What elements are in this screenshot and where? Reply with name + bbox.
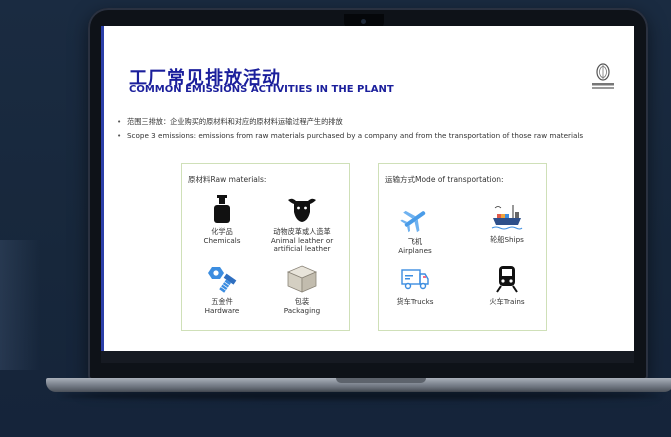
- raw-materials-title: 原材料Raw materials:: [188, 175, 267, 184]
- company-logo-icon: [592, 63, 614, 89]
- laptop-shadow: [60, 392, 660, 400]
- item-label-en: Airplanes: [398, 245, 432, 255]
- screen-bottom-bezel: [101, 351, 634, 363]
- airplane-icon: [400, 210, 426, 233]
- item-label: 轮船Ships: [490, 235, 524, 244]
- raw-material-item-chemicals: 化学品 Chemicals: [200, 194, 244, 245]
- laptop-hinge-notch: [336, 378, 426, 383]
- transport-item-ships: 轮船Ships: [475, 202, 539, 245]
- bullet-item: 范围三排放：企业购买的原材料和对应的原材料运输过程产生的排放: [115, 116, 620, 128]
- item-label-en: Packaging: [283, 305, 321, 315]
- raw-material-item-hardware: 五金件 Hardware: [200, 264, 244, 315]
- slide-edge-strip: [101, 26, 104, 363]
- laptop-screen: 工厂常见排放活动 COMMON EMISSIONS ACTIVITIES IN …: [101, 26, 634, 363]
- bullet-list: 范围三排放：企业购买的原材料和对应的原材料运输过程产生的排放 Scope 3 e…: [115, 116, 620, 144]
- cow-head-icon: [288, 198, 316, 222]
- laptop-base: [46, 378, 671, 392]
- transport-item-trucks: 货车Trucks: [387, 264, 443, 307]
- laptop-lid: 工厂常见排放活动 COMMON EMISSIONS ACTIVITIES IN …: [88, 8, 648, 380]
- slide-title-en: COMMON EMISSIONS ACTIVITIES IN THE PLANT: [129, 84, 394, 95]
- item-label: 火车Trains: [489, 297, 525, 306]
- chemical-bottle-icon: [214, 195, 230, 223]
- transport-item-airplanes: 飞机 Airplanes: [387, 204, 443, 255]
- truck-icon: [401, 269, 429, 290]
- transportation-title: 运输方式Mode of transportation:: [385, 175, 504, 184]
- bolt-nut-icon: [208, 267, 237, 293]
- item-label-en: Hardware: [204, 305, 240, 315]
- bullet-item: Scope 3 emissions: emissions from raw ma…: [115, 130, 620, 142]
- background-glow: [0, 240, 40, 370]
- item-label-en: artificial leather: [273, 244, 331, 253]
- package-box-icon: [286, 265, 318, 293]
- item-label: 货车Trucks: [396, 297, 434, 306]
- transport-item-trains: 火车Trains: [475, 264, 539, 307]
- raw-material-item-packaging: 包装 Packaging: [260, 264, 344, 315]
- raw-materials-panel: 原材料Raw materials: 化学品 Chemicals 动物皮革或人造革…: [181, 163, 350, 331]
- raw-material-item-leather: 动物皮革或人造革 Animal leather or artificial le…: [260, 194, 344, 254]
- item-label-en: Chemicals: [203, 235, 241, 245]
- transportation-panel: 运输方式Mode of transportation: 飞机 Airplanes: [378, 163, 547, 331]
- presentation-stage: 工厂常见排放活动 COMMON EMISSIONS ACTIVITIES IN …: [0, 0, 671, 437]
- ship-icon: [491, 205, 523, 230]
- train-icon: [496, 266, 518, 293]
